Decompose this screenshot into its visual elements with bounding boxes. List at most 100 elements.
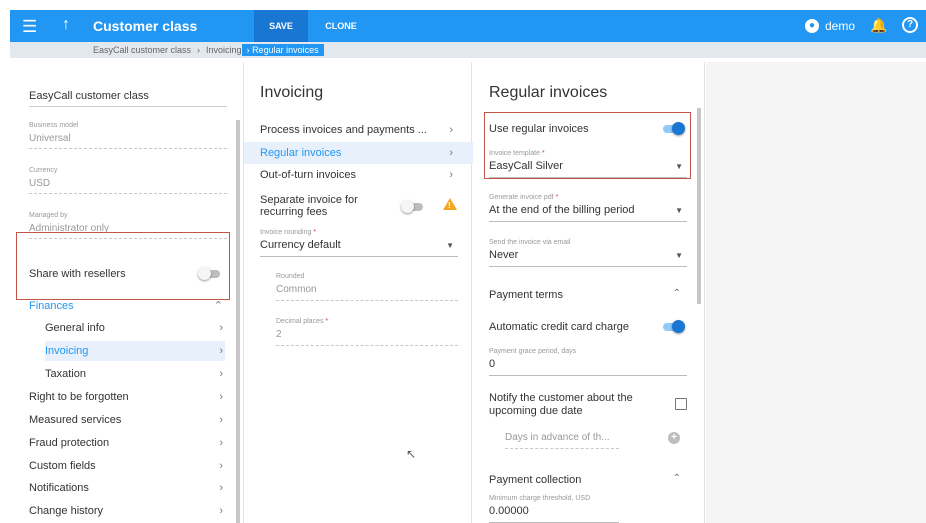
breadcrumb-item[interactable]: Invoicing bbox=[206, 45, 242, 55]
field-value: USD bbox=[29, 178, 227, 194]
section-title: Payment collection bbox=[489, 474, 582, 486]
regular-invoices-title: Regular invoices bbox=[489, 84, 608, 101]
send-invoice-email-select[interactable]: Send the invoice via email Never ▼ bbox=[489, 239, 687, 267]
sidebar-item-change-history[interactable]: Change history › bbox=[29, 501, 225, 521]
user-menu[interactable]: ● demo bbox=[805, 19, 855, 33]
chevron-up-icon: ⌃ bbox=[672, 288, 681, 299]
sidebar-item-label: Finances bbox=[29, 300, 74, 312]
invoicing-item-process[interactable]: Process invoices and payments ... › bbox=[244, 119, 473, 141]
chevron-right-icon: › bbox=[219, 505, 223, 517]
separate-invoice-toggle[interactable] bbox=[401, 200, 425, 213]
clone-button[interactable]: CLONE bbox=[318, 10, 364, 42]
field-label-text: Invoice rounding bbox=[260, 229, 312, 236]
field-value-text: At the end of the billing period bbox=[489, 204, 635, 216]
chevron-right-icon: › bbox=[219, 345, 223, 357]
chevron-right-icon: › bbox=[449, 124, 453, 136]
sidebar-item-label: Change history bbox=[29, 505, 103, 517]
field-label: Generate invoice pdf * bbox=[489, 194, 687, 201]
separate-invoice-label: Separate invoice for recurring fees bbox=[260, 194, 358, 218]
sidebar-item-label: Measured services bbox=[29, 414, 122, 426]
sidebar-item-fraud-protection[interactable]: Fraud protection › bbox=[29, 433, 225, 453]
field-label: Minimum charge threshold, USD bbox=[489, 495, 591, 502]
required-mark: * bbox=[313, 229, 317, 236]
regular-invoices-highlight-box bbox=[484, 112, 691, 179]
chevron-right-icon: › bbox=[449, 147, 453, 159]
days-in-advance-input[interactable]: Days in advance of th... bbox=[505, 432, 619, 449]
sidebar-item-label: Right to be forgotten bbox=[29, 391, 129, 403]
bell-icon[interactable]: 🔔 bbox=[870, 17, 887, 34]
auto-credit-card-label: Automatic credit card charge bbox=[489, 321, 630, 333]
arrow-up-icon[interactable]: ↑ bbox=[62, 16, 70, 34]
invoicing-title: Invoicing bbox=[260, 84, 324, 101]
chevron-right-icon: › bbox=[219, 391, 223, 403]
field-value: Universal bbox=[29, 133, 227, 149]
field-label-text: Decimal places bbox=[276, 318, 324, 325]
invoice-rounding-select[interactable]: Invoice rounding * Currency default ▼ bbox=[260, 229, 458, 257]
dropdown-arrow-icon: ▼ bbox=[675, 251, 683, 260]
field-value: Never ▼ bbox=[489, 249, 687, 267]
invoicing-panel: Invoicing Process invoices and payments … bbox=[243, 62, 473, 523]
field-label: Business model bbox=[29, 122, 79, 129]
sidebar-scrollbar[interactable] bbox=[236, 120, 240, 523]
toggle-thumb bbox=[401, 200, 414, 213]
notify-due-date-checkbox[interactable] bbox=[675, 398, 687, 410]
invoicing-item-regular[interactable]: Regular invoices › bbox=[244, 142, 473, 164]
field-value: 0 bbox=[489, 358, 687, 376]
breadcrumb-item[interactable]: EasyCall customer class bbox=[93, 45, 191, 55]
grace-period-input[interactable]: Payment grace period, days 0 bbox=[489, 348, 687, 376]
payment-collection-section[interactable]: Payment collection ⌃ bbox=[489, 473, 687, 486]
sidebar-item-general-info[interactable]: General info › bbox=[45, 318, 225, 338]
regular-panel-scrollbar[interactable] bbox=[697, 108, 701, 304]
chevron-right-icon: › bbox=[219, 460, 223, 472]
sidebar-item-invoicing[interactable]: Invoicing › bbox=[45, 341, 225, 361]
field-label: Rounded bbox=[276, 273, 305, 280]
chevron-right-icon: › bbox=[197, 45, 201, 55]
chevron-right-icon: › bbox=[219, 368, 223, 380]
add-icon[interactable]: + bbox=[668, 432, 680, 444]
decimal-places-field: Decimal places * 2 bbox=[276, 318, 458, 346]
invoicing-item-label: Process invoices and payments ... bbox=[260, 124, 427, 136]
invoicing-item-label: Regular invoices bbox=[260, 147, 342, 159]
hamburger-menu-icon[interactable]: ☰ bbox=[22, 17, 37, 37]
save-button[interactable]: SAVE bbox=[254, 10, 308, 42]
dropdown-arrow-icon: ▼ bbox=[675, 206, 683, 215]
empty-area bbox=[706, 62, 926, 523]
rounded-field: Rounded Common bbox=[276, 273, 458, 301]
user-name: demo bbox=[825, 19, 856, 33]
sidebar-item-custom-fields[interactable]: Custom fields › bbox=[29, 456, 225, 476]
required-mark: * bbox=[555, 194, 559, 201]
chevron-right-icon: › bbox=[449, 169, 453, 181]
currency-field: Currency USD bbox=[29, 167, 227, 194]
sidebar-item-label: Taxation bbox=[45, 368, 86, 380]
generate-invoice-pdf-select[interactable]: Generate invoice pdf * At the end of the… bbox=[489, 194, 687, 222]
sidebar-item-right-to-be-forgotten[interactable]: Right to be forgotten › bbox=[29, 387, 225, 407]
toggle-thumb bbox=[672, 320, 685, 333]
input-placeholder: Days in advance of th... bbox=[505, 432, 619, 449]
help-icon[interactable]: ? bbox=[902, 17, 918, 33]
auto-credit-card-toggle[interactable] bbox=[661, 320, 685, 333]
user-avatar-icon: ● bbox=[805, 19, 819, 33]
breadcrumb: EasyCall customer class › Invoicing › Re… bbox=[93, 44, 324, 56]
payment-terms-section[interactable]: Payment terms ⌃ bbox=[489, 288, 687, 301]
sidebar-item-notifications[interactable]: Notifications › bbox=[29, 478, 225, 498]
field-label: Payment grace period, days bbox=[489, 348, 577, 355]
sidebar-item-taxation[interactable]: Taxation › bbox=[45, 364, 225, 384]
sidebar-item-label: General info bbox=[45, 322, 105, 334]
chevron-right-icon: › bbox=[219, 482, 223, 494]
top-bar: ☰ ↑ Customer class SAVE CLONE ● demo 🔔 ? bbox=[10, 10, 926, 42]
field-label: Currency bbox=[29, 167, 58, 174]
invoicing-item-out-of-turn[interactable]: Out-of-turn invoices › bbox=[244, 164, 473, 186]
chevron-right-icon: › bbox=[219, 322, 223, 334]
breadcrumb-bar: EasyCall customer class › Invoicing › Re… bbox=[10, 42, 926, 58]
chevron-right-icon: › bbox=[219, 414, 223, 426]
page-header-title: Customer class bbox=[93, 18, 198, 34]
mouse-cursor-icon: ↖ bbox=[406, 447, 417, 461]
sidebar-item-measured-services[interactable]: Measured services › bbox=[29, 410, 225, 430]
field-label-text: Generate invoice pdf bbox=[489, 194, 554, 201]
chevron-up-icon: ⌃ bbox=[672, 473, 681, 484]
minimum-charge-input[interactable]: Minimum charge threshold, USD 0.00000 bbox=[489, 495, 619, 523]
finances-highlight-box bbox=[16, 232, 230, 300]
field-value: At the end of the billing period ▼ bbox=[489, 204, 687, 222]
field-value-text: Currency default bbox=[260, 239, 341, 251]
chevron-right-icon: › bbox=[219, 437, 223, 449]
